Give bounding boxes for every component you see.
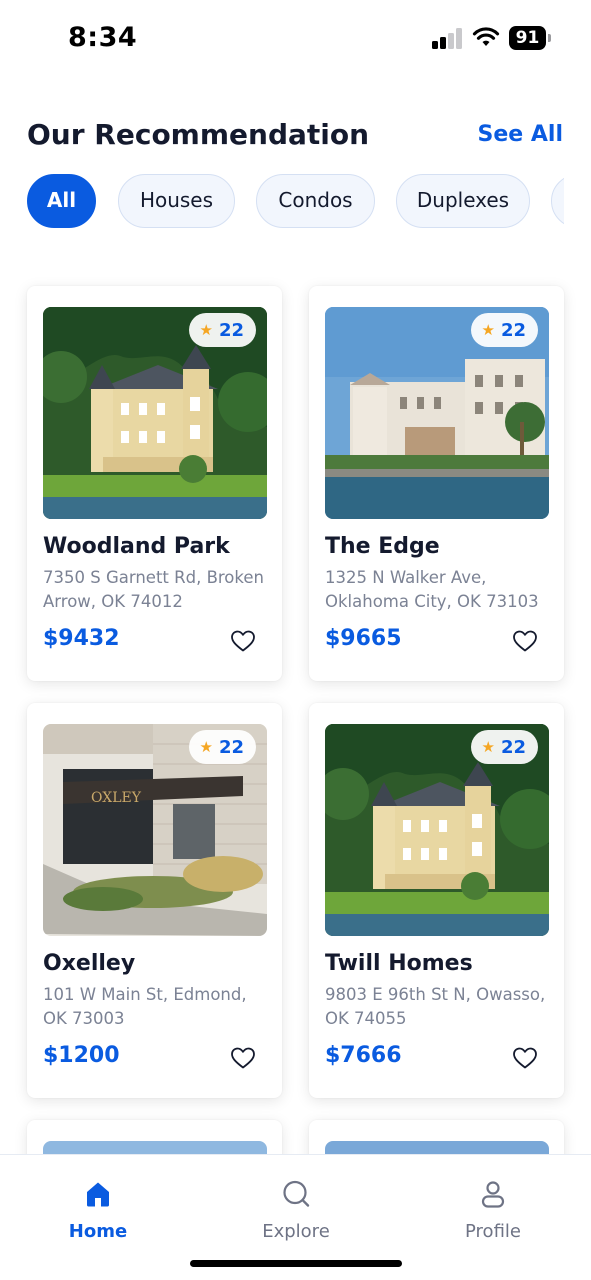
search-icon [283, 1180, 310, 1207]
heart-icon[interactable] [512, 1046, 538, 1070]
listing-card[interactable]: ★ 22 Woodland Park 7350 S Garnett Rd, Br… [27, 286, 282, 681]
listing-name: Twill Homes [325, 951, 473, 976]
app-screen: 8:34 91 Our Recommendation See All All H… [0, 0, 591, 1280]
star-icon: ★ [481, 320, 495, 339]
rating-badge: ★ 22 [471, 313, 538, 347]
filter-chips: All Houses Condos Duplexes [27, 174, 564, 228]
star-icon: ★ [199, 320, 213, 339]
listing-price: $7666 [325, 1043, 402, 1068]
rating-badge: ★ 22 [189, 730, 256, 764]
rating-count: 22 [218, 319, 244, 341]
see-all-link[interactable]: See All [478, 122, 563, 147]
listing-name: The Edge [325, 534, 440, 559]
listing-card[interactable]: ★ 22 Twill Homes 9803 E 96th St N, Owass… [309, 703, 564, 1098]
nav-home[interactable]: Home [38, 1179, 158, 1242]
listing-card[interactable]: OXLEY ★ 22 Oxelley 101 W Main St, Edmond… [27, 703, 282, 1098]
user-icon [481, 1181, 505, 1208]
nav-home-label: Home [68, 1221, 128, 1242]
battery-level: 91 [509, 26, 546, 50]
listing-photo: ★ 22 [325, 724, 549, 936]
listing-photo: OXLEY ★ 22 [43, 724, 267, 936]
listing-address: 1325 N Walker Ave, Oklahoma City, OK 731… [325, 568, 539, 611]
listing-photo: ★ 22 [325, 307, 549, 519]
status-bar: 8:34 91 [0, 0, 591, 78]
heart-icon[interactable] [230, 1046, 256, 1070]
listing-name: Woodland Park [43, 534, 230, 559]
star-icon: ★ [481, 737, 495, 756]
rating-count: 22 [500, 319, 526, 341]
wifi-icon [472, 27, 500, 46]
home-indicator [190, 1260, 402, 1267]
heart-icon[interactable] [230, 629, 256, 653]
listing-address: 7350 S Garnett Rd, Broken Arrow, OK 7401… [43, 568, 264, 611]
home-icon [87, 1182, 109, 1207]
nav-explore-label: Explore [262, 1221, 330, 1242]
listing-address: 9803 E 96th St N, Owasso, OK 74055 [325, 985, 546, 1028]
rating-count: 22 [218, 736, 244, 758]
section-title: Our Recommendation [27, 118, 370, 151]
star-icon: ★ [199, 737, 213, 756]
building-sign: OXLEY [91, 790, 142, 806]
rating-count: 22 [500, 736, 526, 758]
listing-price: $1200 [43, 1043, 120, 1068]
status-time: 8:34 [68, 22, 138, 53]
battery-icon: 91 [509, 26, 551, 50]
listing-price: $9432 [43, 626, 120, 651]
listing-address: 101 W Main St, Edmond, OK 73003 [43, 985, 247, 1028]
chip-partial[interactable] [551, 174, 564, 228]
nav-explore[interactable]: Explore [236, 1179, 356, 1242]
chip-condos[interactable]: Condos [256, 174, 375, 228]
cellular-signal-icon [432, 28, 464, 49]
heart-icon[interactable] [512, 629, 538, 653]
nav-profile[interactable]: Profile [433, 1179, 553, 1242]
listing-card[interactable]: ★ 22 The Edge 1325 N Walker Ave, Oklahom… [309, 286, 564, 681]
nav-profile-label: Profile [465, 1221, 521, 1242]
rating-badge: ★ 22 [189, 313, 256, 347]
chip-duplexes[interactable]: Duplexes [396, 174, 530, 228]
listing-price: $9665 [325, 626, 402, 651]
listing-photo: ★ 22 [43, 307, 267, 519]
rating-badge: ★ 22 [471, 730, 538, 764]
chip-all[interactable]: All [27, 174, 96, 228]
chip-houses[interactable]: Houses [118, 174, 235, 228]
listing-name: Oxelley [43, 951, 136, 976]
